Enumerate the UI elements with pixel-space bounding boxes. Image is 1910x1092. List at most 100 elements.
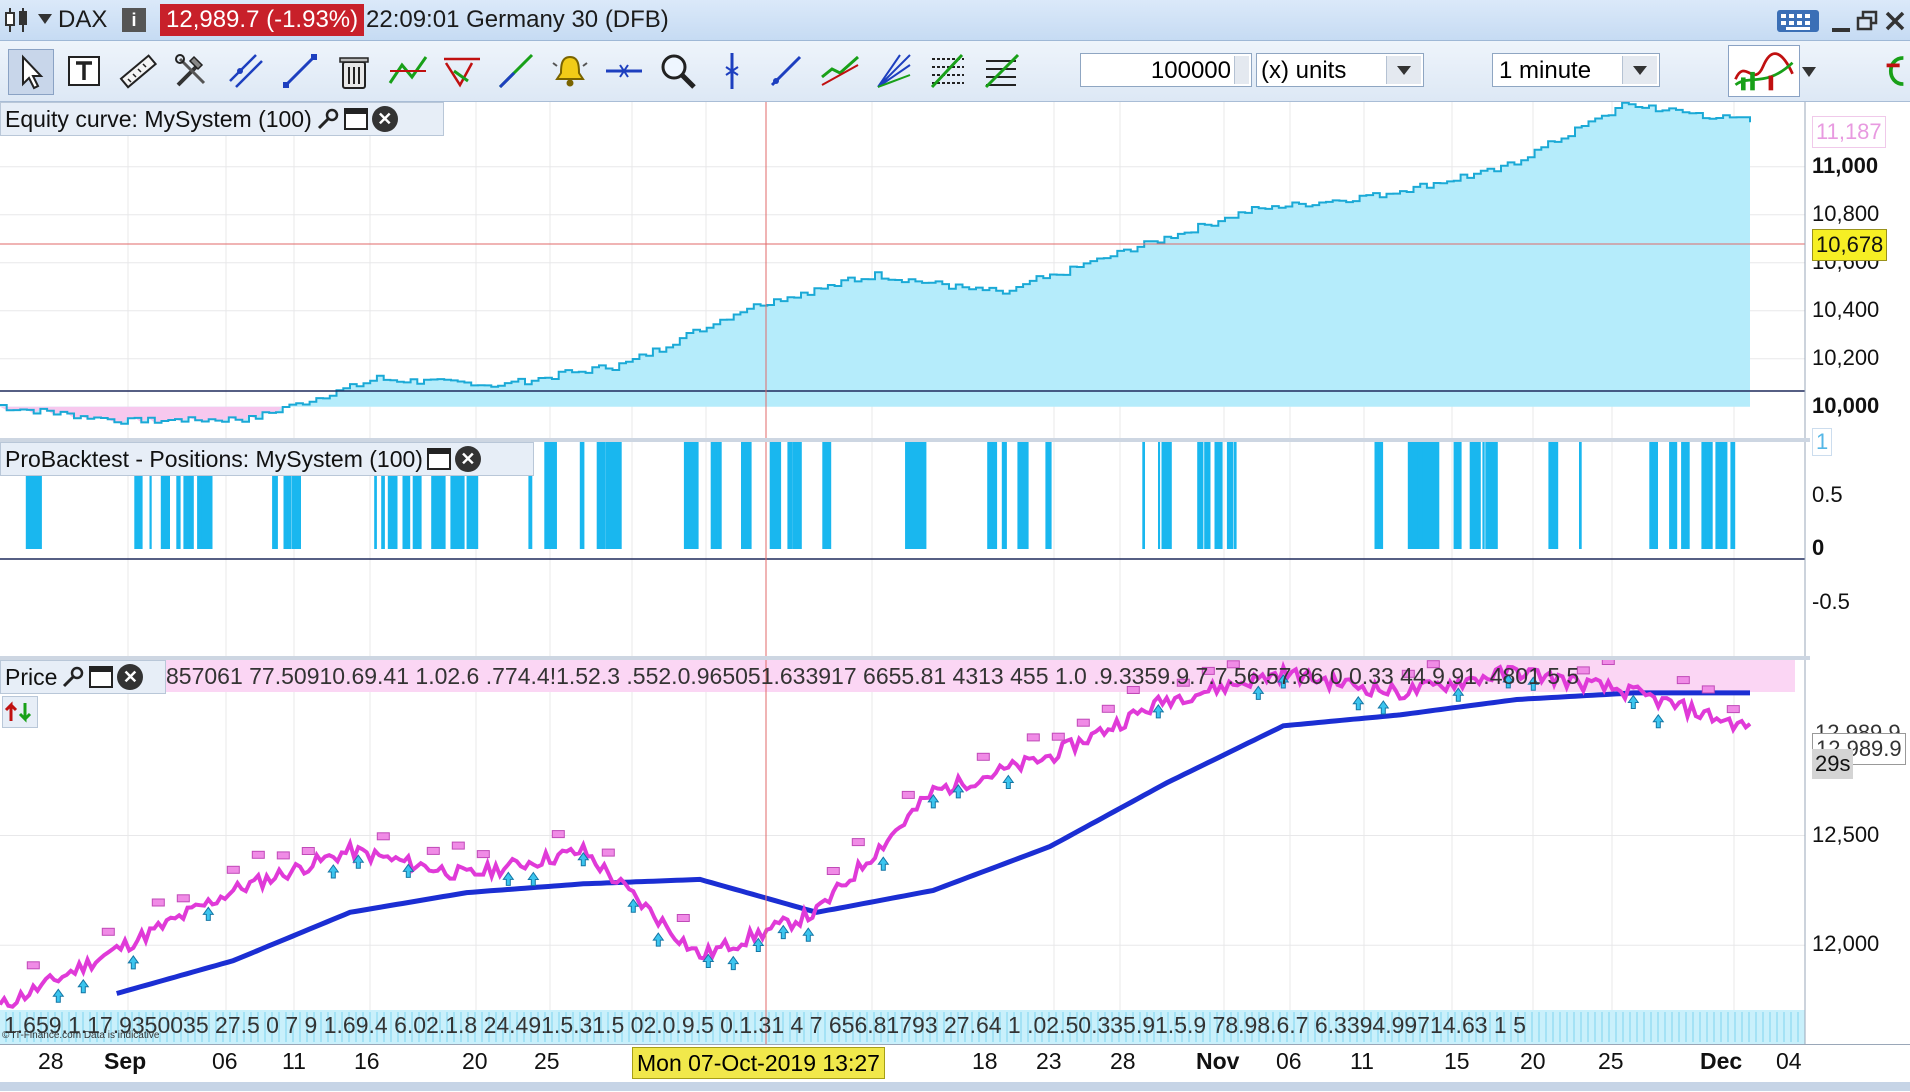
- close-panel-icon[interactable]: ✕: [117, 664, 144, 690]
- buy-arrow-marker: [777, 924, 790, 940]
- strategy-button[interactable]: [1880, 49, 1910, 93]
- buy-arrow-marker: [1377, 700, 1390, 715]
- price-y-tick: 12,500: [1812, 821, 1880, 847]
- zigzag-icon: [388, 56, 428, 84]
- close-icon[interactable]: [1884, 10, 1906, 32]
- close-panel-icon[interactable]: ✕: [454, 446, 481, 472]
- sell-marker: [276, 851, 290, 860]
- trend-line-icon: [283, 54, 317, 88]
- position-bar: [548, 442, 557, 549]
- drawing-toolbar: 100000 (x) units 1 minute: [0, 41, 1910, 102]
- position-bar: [741, 442, 752, 549]
- candlestick-icon[interactable]: [4, 6, 30, 34]
- parallel-lines-tool[interactable]: [224, 49, 268, 93]
- price-panel-label: Price ✕: [0, 660, 166, 694]
- wrench-icon[interactable]: [61, 665, 85, 689]
- indicators-icon: [1734, 52, 1794, 91]
- fibonacci-fan-tool[interactable]: [980, 49, 1024, 93]
- position-bar: [1001, 442, 1007, 549]
- buy-arrow-marker: [327, 864, 340, 879]
- position-bar: [993, 442, 998, 549]
- quantity-input[interactable]: 100000: [1080, 53, 1252, 87]
- position-bar: [1378, 442, 1384, 549]
- text-tool[interactable]: [62, 49, 106, 93]
- sell-marker: [1026, 733, 1040, 742]
- info-icon[interactable]: i: [122, 8, 146, 32]
- channel-tool[interactable]: [818, 49, 862, 93]
- fibonacci-tool[interactable]: [926, 49, 970, 93]
- equity-curve-chart[interactable]: [0, 102, 1910, 438]
- alert-tool[interactable]: [548, 49, 592, 93]
- position-bar: [1197, 442, 1204, 549]
- tools-tool[interactable]: [170, 49, 214, 93]
- timeframe-select[interactable]: 1 minute: [1492, 53, 1660, 87]
- sell-marker: [826, 867, 840, 875]
- x-axis-tick: 25: [534, 1048, 560, 1074]
- zigzag-tool[interactable]: [386, 49, 430, 93]
- position-bar: [1204, 442, 1211, 549]
- cursor-arrow-icon: [22, 54, 44, 90]
- x-axis-tick: 15: [1444, 1048, 1470, 1074]
- horizontal-line-tool[interactable]: [602, 49, 646, 93]
- window-icon[interactable]: [343, 108, 368, 130]
- position-bar: [989, 442, 993, 549]
- line-tool[interactable]: [494, 49, 538, 93]
- chevron-down-icon[interactable]: [1622, 56, 1657, 84]
- trend-line-tool[interactable]: [278, 49, 322, 93]
- equity-y-tick: 10,800: [1812, 200, 1880, 226]
- equity-y-tick: 10,200: [1812, 344, 1880, 370]
- crosshair-date: Mon 07-Oct-2019 13:27: [632, 1047, 885, 1079]
- buy-arrow-marker: [1627, 694, 1640, 709]
- units-select[interactable]: (x) units: [1256, 53, 1424, 87]
- fan-tool[interactable]: [872, 49, 916, 93]
- sell-marker: [226, 865, 240, 874]
- bottom-strip-values: 1.659.1.17.9350035 27.5 0 7 9 1.69.4 6.0…: [4, 1012, 1526, 1038]
- timeframe-label: 1 minute: [1499, 57, 1592, 84]
- horizontal-line-icon: [606, 64, 642, 78]
- x-axis-tick: 20: [462, 1048, 488, 1074]
- position-bar: [1234, 442, 1237, 549]
- triangle-tool[interactable]: [440, 49, 484, 93]
- buy-arrow-marker: [527, 871, 540, 886]
- indicators-button[interactable]: [1728, 45, 1800, 97]
- sell-marker: [101, 927, 115, 936]
- position-bar: [1214, 442, 1223, 549]
- position-bar: [1579, 442, 1582, 549]
- chevron-down-icon[interactable]: [38, 14, 52, 24]
- quantity-spinner[interactable]: [1234, 56, 1249, 84]
- restore-icon[interactable]: [1856, 10, 1878, 32]
- sell-marker: [676, 914, 690, 922]
- delete-drawings-tool[interactable]: [332, 49, 376, 93]
- text-icon: [68, 56, 100, 86]
- position-bar: [1652, 442, 1655, 549]
- position-bar: [917, 442, 927, 549]
- refresh-signals-button[interactable]: [2, 696, 38, 728]
- minimize-icon[interactable]: [1832, 28, 1850, 32]
- position-bar: [1488, 442, 1498, 549]
- chevron-down-icon[interactable]: [1386, 56, 1421, 84]
- x-axis-tick: Nov: [1196, 1048, 1240, 1074]
- pointer-tool[interactable]: [8, 49, 54, 95]
- price-chart[interactable]: [0, 660, 1910, 1044]
- sell-marker: [1101, 704, 1115, 713]
- parallel-lines-icon: [229, 54, 263, 88]
- window-icon[interactable]: [89, 666, 114, 688]
- instrument-name[interactable]: DAX: [58, 6, 107, 34]
- bottom-scroll-strip[interactable]: [0, 1082, 1910, 1091]
- vertical-line-tool[interactable]: [710, 49, 754, 93]
- position-bar: [910, 442, 919, 549]
- x-axis-tick: 11: [282, 1048, 306, 1074]
- wrench-icon[interactable]: [316, 107, 340, 131]
- vertical-line-icon: [725, 53, 739, 89]
- position-bar: [1048, 442, 1051, 549]
- window-icon[interactable]: [426, 448, 451, 470]
- keyboard-icon[interactable]: [1776, 8, 1820, 34]
- sell-marker: [151, 898, 165, 907]
- ray-tool[interactable]: [764, 49, 808, 93]
- buy-arrow-marker: [1352, 695, 1365, 711]
- chevron-down-icon[interactable]: [1802, 67, 1816, 77]
- close-panel-icon[interactable]: ✕: [371, 106, 398, 132]
- zoom-tool[interactable]: [656, 49, 700, 93]
- buy-arrow-marker: [52, 988, 65, 1003]
- ruler-tool[interactable]: [116, 49, 160, 93]
